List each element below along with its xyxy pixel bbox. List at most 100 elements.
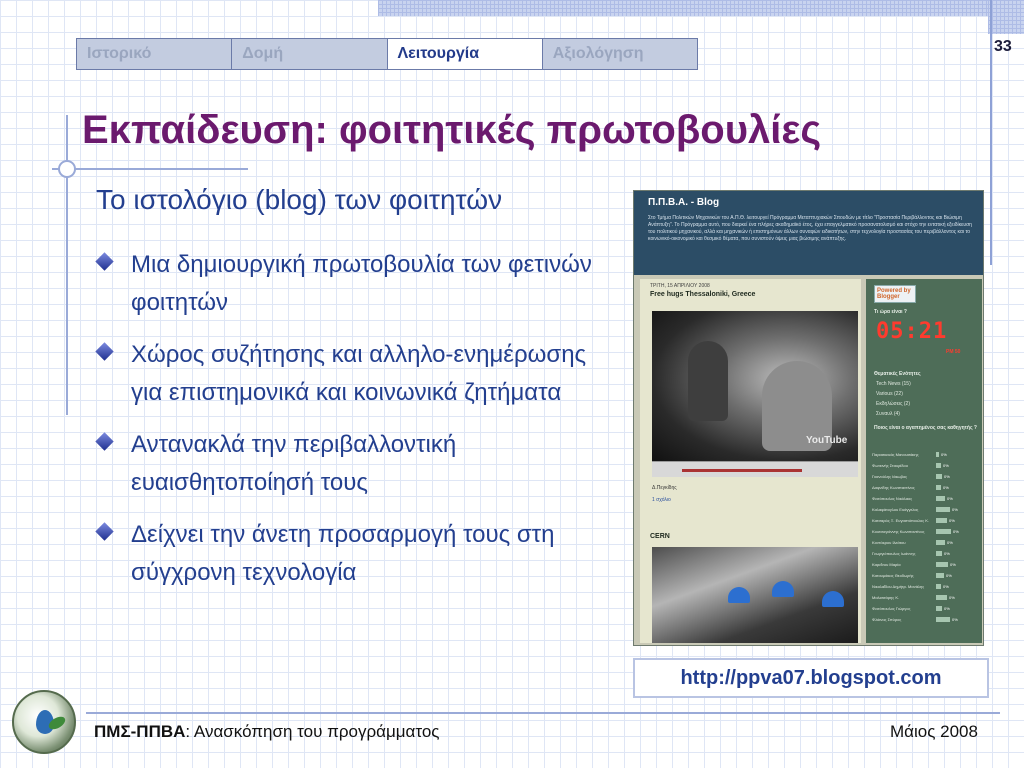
- poll-bar: [936, 529, 951, 534]
- helmet-shape: [772, 581, 794, 597]
- diamond-bullet-icon: [95, 522, 114, 541]
- poll-percent: 0%: [947, 540, 953, 545]
- poll-row: Καρεΐνου Μαρία 0%: [872, 561, 976, 568]
- tab-structure[interactable]: Δομή: [232, 39, 388, 69]
- post-author: Δ.Πεγκίδης: [652, 485, 677, 491]
- bullet-item: Δείχνει την άνετη προσαρμογή τους στη σύ…: [95, 516, 598, 592]
- post-comments-link: 1 σχόλιο: [652, 497, 671, 503]
- tab-operation[interactable]: Λειτουργία: [387, 39, 543, 69]
- post-title: Free hugs Thessaloniki, Greece: [650, 291, 756, 298]
- decorative-band: [378, 0, 1024, 16]
- category-item: Tech News (15): [876, 381, 911, 387]
- poll-row: Γκανούλης Ιάκωβος 0%: [872, 473, 976, 480]
- decorative-circle: [58, 160, 76, 178]
- video-progress: [682, 469, 802, 472]
- bullet-item: Χώρος συζήτησης και αλληλο-ενημέρωσης γι…: [95, 336, 598, 412]
- post-photo: [652, 547, 858, 643]
- poll-name: Κατσαρός Ξ. Ευγαστόπουλος Κ.: [872, 518, 930, 523]
- poll-name: Μαλισσάρης Κ.: [872, 595, 900, 600]
- poll-name: Δαφνίδης Κωνσταντίνος: [872, 485, 915, 490]
- url-box: http://ppva07.blogspot.com: [633, 658, 989, 698]
- poll-name: Κοντόκρου Ιλεάτου: [872, 540, 906, 545]
- poll-row: Κουτσογιάννης Κωνσταντίνος 0%: [872, 528, 976, 535]
- blog-title: Π.Π.Β.Α. - Blog: [648, 197, 720, 208]
- poll-row: Νικολαΐδου Δημήτρ. Μανάλης 0%: [872, 583, 976, 590]
- tab-structure-label: Δομή: [242, 45, 284, 62]
- footer-program: ΠΜΣ-ΠΠΒΑ: [94, 722, 186, 741]
- blog-main-column: ΤΡΙΤΗ, 15 ΑΠΡΙΛΙΟΥ 2008 Free hugs Thessa…: [640, 279, 861, 643]
- tab-operation-label: Λειτουργία: [397, 45, 480, 62]
- blog-header: Π.Π.Β.Α. - Blog Στο Τμήμα Πολιτικών Μηχα…: [634, 191, 983, 275]
- poll-row: Φωτεινής Σταυρίδου 0%: [872, 462, 976, 469]
- tab-history[interactable]: Ιστορικό: [77, 39, 233, 69]
- footer-divider: [86, 712, 1000, 714]
- poll-name: Καλαφάτογλου Ευάγγελος: [872, 507, 919, 512]
- bullet-text: Μια δημιουργική πρωτοβουλία των φετινών …: [131, 251, 592, 316]
- poll-label: Ποιος είναι ο αγαπημένος σας καθηγητής ?: [874, 425, 977, 431]
- poll-bar: [936, 507, 950, 512]
- clock-widget: 05:21: [876, 319, 948, 344]
- poll-bar: [936, 617, 950, 622]
- helmet-shape: [822, 591, 844, 607]
- poll-percent: 0%: [949, 595, 955, 600]
- category-item: Συναυλ (4): [876, 411, 900, 417]
- poll-row: Κοντόκρου Ιλεάτου 0%: [872, 539, 976, 546]
- poll-row: Φλάινος Σπύρος 0%: [872, 616, 976, 623]
- tab-history-label: Ιστορικό: [87, 45, 152, 62]
- diamond-bullet-icon: [95, 252, 114, 271]
- poll-percent: 0%: [944, 551, 950, 556]
- poll-bar: [936, 540, 945, 545]
- section-nav: Ιστορικό Δομή Λειτουργία Αξιολόγηση: [76, 38, 698, 70]
- video-figure: [688, 341, 728, 421]
- tab-evaluation[interactable]: Αξιολόγηση: [542, 39, 697, 69]
- poll-row: Καλαφάτογλου Ευάγγελος 0%: [872, 506, 976, 513]
- poll-percent: 0%: [943, 485, 949, 490]
- category-item: Εκδηλώσεις (2): [876, 401, 911, 407]
- poll-name: Φωτεινής Σταυρίδου: [872, 463, 908, 468]
- footer-title: ΠΜΣ-ΠΠΒΑ: Ανασκόπηση του προγράμματος: [94, 722, 439, 742]
- footer-subtitle: : Ανασκόπηση του προγράμματος: [185, 722, 440, 741]
- slide: Ιστορικό Δομή Λειτουργία Αξιολόγηση 33 Ε…: [0, 0, 1024, 768]
- poll-name: Κουτσογιάννης Κωνσταντίνος: [872, 529, 925, 534]
- poll-row: Γεωργιόπουλος Ιωάννης 0%: [872, 550, 976, 557]
- poll-bar: [936, 551, 942, 556]
- poll-name: Κατουμάκος Θεοδωρής: [872, 573, 914, 578]
- poll-percent: 0%: [947, 496, 953, 501]
- poll-percent: 0%: [952, 617, 958, 622]
- clock-suffix: PM 50: [946, 349, 961, 355]
- video-controls: [652, 461, 858, 477]
- poll-bar: [936, 606, 942, 611]
- poll-bar: [936, 474, 942, 479]
- poll-bar: [936, 452, 939, 457]
- decorative-line: [990, 0, 992, 265]
- helmet-shape: [728, 587, 750, 603]
- category-item: Various (22): [876, 391, 903, 397]
- youtube-logo: YouTube: [806, 435, 848, 446]
- bullet-item: Μια δημιουργική πρωτοβουλία των φετινών …: [95, 246, 598, 322]
- poll-percent: 0%: [953, 529, 959, 534]
- diamond-bullet-icon: [95, 432, 114, 451]
- poll-percent: 0%: [950, 562, 956, 567]
- post-title: CERN: [650, 533, 670, 540]
- blogger-badge: Powered by Blogger: [874, 285, 916, 303]
- poll-bar: [936, 518, 947, 523]
- poll-row: Παρασκευάς Μανουσάκης 0%: [872, 451, 976, 458]
- poll-row: Μαλισσάρης Κ. 0%: [872, 594, 976, 601]
- decorative-line-horizontal: [52, 168, 248, 170]
- poll-name: Φεσόπουλος Νικόλαος: [872, 496, 913, 501]
- bullet-text: Χώρος συζήτησης και αλληλο-ενημέρωσης γι…: [131, 341, 587, 406]
- bullet-item: Αντανακλά την περιβαλλοντική ευαισθητοπο…: [95, 426, 598, 502]
- blog-sidebar: Powered by Blogger Τι ώρα είναι ? 05:21 …: [866, 279, 982, 643]
- video-player: YouTube: [652, 311, 858, 461]
- poll-bar: [936, 584, 941, 589]
- poll-name: Φλάινος Σπύρος: [872, 617, 902, 622]
- blog-screenshot: Π.Π.Β.Α. - Blog Στο Τμήμα Πολιτικών Μηχα…: [633, 190, 984, 646]
- decorative-band-corner: [988, 0, 1024, 34]
- diamond-bullet-icon: [95, 342, 114, 361]
- poll-percent: 0%: [949, 518, 955, 523]
- poll-name: Φεσόπουλος Γιώργος: [872, 606, 911, 611]
- poll-row: Φεσόπουλος Νικόλαος 0%: [872, 495, 976, 502]
- blog-url[interactable]: http://ppva07.blogspot.com: [680, 667, 941, 690]
- poll-percent: 0%: [952, 507, 958, 512]
- program-logo: [12, 690, 76, 754]
